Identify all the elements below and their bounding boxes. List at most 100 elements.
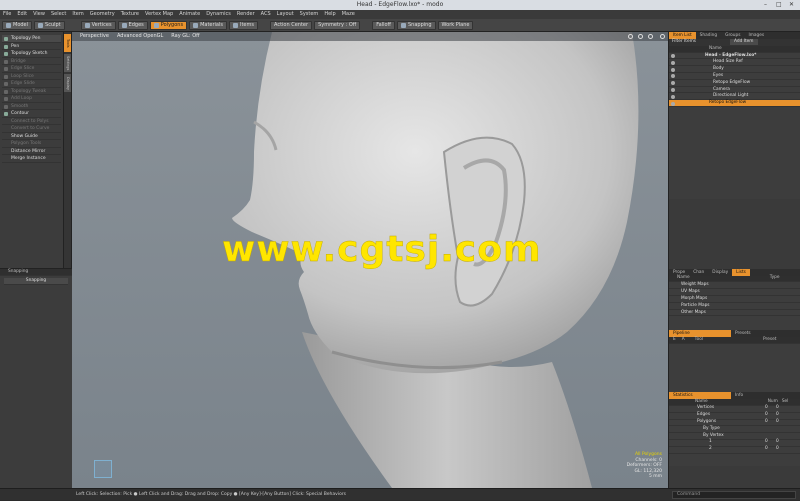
stats-deformers: Deformers: OFF xyxy=(626,463,662,468)
list-item[interactable]: Eyes xyxy=(669,73,800,80)
menu-file[interactable]: File xyxy=(0,10,14,19)
tool-connect-polys[interactable]: Connect to Polys xyxy=(2,118,61,125)
menu-help[interactable]: Help xyxy=(321,10,338,19)
tool-loop-slice[interactable]: Loop Slice xyxy=(2,73,61,80)
list-item[interactable]: UV Maps xyxy=(669,289,800,296)
polygons-button[interactable]: Polygons xyxy=(149,20,188,30)
menu-animate[interactable]: Animate xyxy=(176,10,203,19)
menu-view[interactable]: View xyxy=(30,10,48,19)
pan-icon[interactable] xyxy=(648,34,653,39)
items-icon xyxy=(232,22,238,28)
view-shading[interactable]: Advanced OpenGL xyxy=(117,32,163,41)
tool-edge-slice[interactable]: Edge Slice xyxy=(2,65,61,73)
edges-button[interactable]: Edges xyxy=(117,20,148,30)
tool-topology-tweak[interactable]: Topology Tweak xyxy=(2,88,61,95)
eye-icon[interactable] xyxy=(671,81,675,86)
eye-icon[interactable] xyxy=(671,74,675,79)
items-button[interactable]: Items xyxy=(228,20,258,30)
model-button[interactable]: Model xyxy=(2,20,33,30)
table-row[interactable]: 200 xyxy=(669,446,800,454)
filter-items-dropdown[interactable]: Filter Items xyxy=(672,39,696,46)
list-item[interactable]: Retopo EdgeFlow xyxy=(669,80,800,87)
main-toolbar: Model Sculpt Vertices Edges Polygons Mat… xyxy=(0,19,800,32)
3d-viewport[interactable]: Perspective Advanced OpenGL Ray GL: Off … xyxy=(72,32,668,488)
view-perspective[interactable]: Perspective xyxy=(80,32,109,41)
menu-render[interactable]: Render xyxy=(234,10,258,19)
right-panel: Item List Shading Groups Images Filter I… xyxy=(668,32,800,488)
contour-icon xyxy=(4,112,8,116)
tab-channels[interactable]: Chan xyxy=(689,269,708,276)
tab-tools[interactable]: Tools xyxy=(64,34,71,52)
tab-shading[interactable]: Shading xyxy=(696,32,721,39)
tab-info[interactable]: Info xyxy=(731,392,747,399)
menu-dynamics[interactable]: Dynamics xyxy=(203,10,234,19)
maximize-icon[interactable]: □ xyxy=(776,1,782,8)
tool-bridge[interactable]: Bridge xyxy=(2,58,61,65)
tab-settings[interactable]: Settings xyxy=(64,54,71,72)
menu-maze[interactable]: Maze xyxy=(339,10,358,19)
menu-layout[interactable]: Layout xyxy=(274,10,297,19)
eye-icon[interactable] xyxy=(671,67,675,72)
snapping-toggle[interactable]: Snapping xyxy=(4,277,68,285)
menu-item[interactable]: Item xyxy=(69,10,86,19)
tab-display[interactable]: Display xyxy=(64,74,71,92)
item-list-header: Name xyxy=(669,45,800,53)
tab-lists[interactable]: Lists xyxy=(732,268,750,276)
work-plane-button[interactable]: Work Plane xyxy=(437,20,474,30)
menu-vertex-map[interactable]: Vertex Map xyxy=(142,10,176,19)
polygons-icon xyxy=(153,22,159,28)
eye-icon[interactable] xyxy=(671,88,675,93)
menu-geometry[interactable]: Geometry xyxy=(87,10,118,19)
list-item[interactable]: Particle Maps xyxy=(669,303,800,310)
eye-icon[interactable] xyxy=(671,60,675,65)
action-center-button[interactable]: Action Center xyxy=(269,20,313,30)
tool-pen[interactable]: Pen xyxy=(2,43,61,50)
tool-topology-sketch[interactable]: Topology Sketch xyxy=(2,50,61,58)
pen-icon xyxy=(4,44,8,49)
topology-pen-icon xyxy=(4,37,8,41)
edges-icon xyxy=(121,22,127,28)
tab-presets[interactable]: Presets xyxy=(731,330,755,337)
tool-edge-slide[interactable]: Edge Slide xyxy=(2,80,61,88)
command-input[interactable]: Command xyxy=(672,491,796,499)
item-list: Head - EdgeFlow.lxo* Head Size Ref Body … xyxy=(669,52,800,199)
rotate-icon[interactable] xyxy=(638,34,643,39)
tool-contour[interactable]: Contour xyxy=(2,110,61,118)
tool-add-loop[interactable]: Add Loop xyxy=(2,95,61,103)
tool-distance-mirror[interactable]: Distance Mirror xyxy=(2,148,61,155)
tool-show-guide[interactable]: Show Guide xyxy=(2,133,61,140)
list-item[interactable]: Head Size Ref xyxy=(669,59,800,67)
eye-icon[interactable] xyxy=(671,54,675,59)
materials-button[interactable]: Materials xyxy=(189,20,227,30)
settings-icon[interactable] xyxy=(660,34,665,39)
tool-topology-pen[interactable]: Topology Pen xyxy=(2,35,61,43)
list-item[interactable]: Other Maps xyxy=(669,310,800,317)
vertices-button[interactable]: Vertices xyxy=(80,20,116,30)
menu-texture[interactable]: Texture xyxy=(118,10,142,19)
eye-icon[interactable] xyxy=(671,101,675,106)
menu-acs[interactable]: ACS xyxy=(258,10,274,19)
eye-icon[interactable] xyxy=(671,94,675,99)
sculpt-button[interactable]: Sculpt xyxy=(34,20,65,30)
zoom-icon[interactable] xyxy=(628,34,633,39)
add-item-button[interactable]: Add Item xyxy=(730,38,758,46)
snapping-button[interactable]: Snapping xyxy=(397,20,436,30)
symmetry-button[interactable]: Symmetry : Off xyxy=(314,20,361,30)
list-item[interactable]: Body xyxy=(669,66,800,73)
menu-select[interactable]: Select xyxy=(48,10,69,19)
list-item-selected[interactable]: Retopo EdgeFlow xyxy=(669,100,800,107)
tool-polygon-tools[interactable]: Polygon Tools xyxy=(2,140,61,148)
tool-smooth[interactable]: Smooth xyxy=(2,103,61,110)
falloff-button[interactable]: Falloff xyxy=(372,20,395,30)
view-ray-gl[interactable]: Ray GL: Off xyxy=(171,32,199,41)
menu-system[interactable]: System xyxy=(297,10,322,19)
tab-display-props[interactable]: Display xyxy=(708,269,732,276)
item-filter-bar: Filter Items Add Item xyxy=(669,38,800,46)
tool-merge-instance[interactable]: Merge Instance xyxy=(2,155,61,163)
list-item[interactable]: Morph Maps xyxy=(669,296,800,303)
minimize-icon[interactable]: – xyxy=(764,1,767,8)
tool-convert-curve[interactable]: Convert to Curve xyxy=(2,125,61,133)
menu-edit[interactable]: Edit xyxy=(14,10,30,19)
menu-bar: File Edit View Select Item Geometry Text… xyxy=(0,10,800,19)
close-icon[interactable]: ✕ xyxy=(789,1,794,8)
